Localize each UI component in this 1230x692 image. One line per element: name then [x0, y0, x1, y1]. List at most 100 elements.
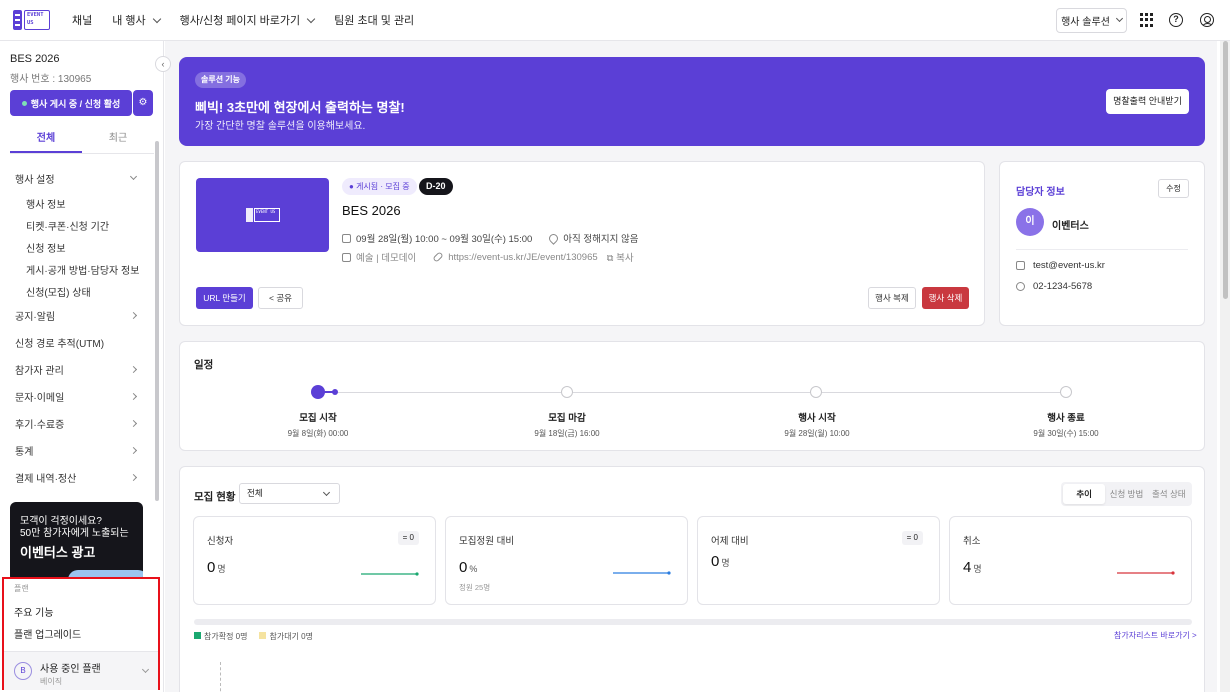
- manager-name: 이벤터스: [1052, 221, 1089, 232]
- solution-label: 행사 솔루션: [1061, 17, 1110, 28]
- banner-tag: 솔루션 기능: [195, 72, 247, 88]
- gear-icon[interactable]: ⚙: [133, 90, 153, 116]
- sidebar-event-number: 행사 번호 : 130965: [10, 74, 92, 85]
- sidebar-item-utm[interactable]: 신청 경로 추적(UTM): [0, 329, 154, 356]
- participant-list-link[interactable]: 참가자리스트 바로가기 >: [1114, 630, 1197, 641]
- copy-url-button[interactable]: ⧉ 복사: [607, 250, 634, 264]
- chevron-down-icon: [129, 172, 138, 181]
- account-icon[interactable]: [1200, 13, 1214, 27]
- nav-my-events[interactable]: 내 행사: [112, 12, 161, 28]
- page-scrollbar[interactable]: [1220, 41, 1230, 692]
- timeline-node-event-start: [810, 386, 822, 398]
- sidebar-subitem-publish[interactable]: 게시·공개 방법·담당자 정보: [0, 258, 154, 280]
- sidebar-collapse-button[interactable]: ‹: [155, 56, 171, 72]
- event-status-button[interactable]: 행사 게시 중 / 신청 활성: [10, 90, 132, 116]
- plan-panel: 플랜 주요 기능 플랜 업그레이드 B 사용 중인 플랜 베이직: [2, 577, 160, 690]
- chevron-right-icon: [129, 365, 138, 374]
- delete-event-button[interactable]: 행사 삭제: [922, 287, 969, 309]
- banner-subtext: 가장 간단한 명찰 솔루션을 이용해보세요.: [195, 121, 366, 132]
- tag-icon: [342, 252, 351, 262]
- sidebar-item-label: 신청 경로 추적(UTM): [15, 339, 105, 350]
- tab-trend[interactable]: 추이: [1063, 484, 1106, 504]
- event-thumbnail: EVENT US: [196, 178, 329, 252]
- tab-application-method[interactable]: 신청 방법: [1105, 484, 1147, 504]
- sidebar-subitem-event-info[interactable]: 행사 정보: [0, 192, 154, 214]
- apps-grid-icon[interactable]: [1140, 13, 1154, 27]
- tab-attendance[interactable]: 출석 상태: [1148, 484, 1190, 504]
- chart-axis: [220, 662, 221, 692]
- sidebar-item-label: 후기·수료증: [15, 420, 65, 431]
- timeline-progress-dot: [332, 389, 338, 395]
- help-icon[interactable]: ?: [1169, 13, 1183, 27]
- legend-waiting: 참가대기 0명: [259, 631, 313, 642]
- current-plan-selector[interactable]: B 사용 중인 플랜 베이직: [4, 651, 158, 690]
- timeline-label: 행사 시작: [798, 413, 836, 424]
- recruit-status-card: 모집 현황 전체 추이 신청 방법 출석 상태 신청자 = 0 0명 모집정원 …: [179, 466, 1205, 692]
- stat-sparkline: [613, 571, 671, 575]
- current-plan-name: 베이직: [40, 677, 63, 686]
- manager-phone: 02-1234-5678: [1016, 281, 1092, 292]
- solution-banner: 솔루션 기능 삐빅! 3초만에 현장에서 출력하는 명찰! 가장 간단한 명찰 …: [179, 57, 1205, 146]
- make-url-button[interactable]: URL 만들기: [196, 287, 253, 309]
- badge-print-info-button[interactable]: 명찰출력 안내받기: [1106, 89, 1189, 114]
- mail-icon: [1016, 261, 1025, 270]
- event-meta-line: 예술 | 데모데이 https://event-us.kr/JE/event/1…: [342, 250, 634, 264]
- ad-line-2: 50만 참가자에게 노출되는: [20, 528, 129, 539]
- eventus-logo[interactable]: EVENT US: [13, 10, 51, 30]
- filter-value: 전체: [247, 488, 263, 498]
- chevron-down-icon: [1115, 14, 1123, 23]
- stat-value: 0명: [711, 553, 730, 570]
- share-button[interactable]: < 공유: [258, 287, 303, 309]
- stat-card-cancelled: 취소 4명: [949, 516, 1192, 605]
- sidebar-item-notice[interactable]: 공지·알림: [0, 302, 154, 329]
- duplicate-event-button[interactable]: 행사 복제: [868, 287, 916, 309]
- divider: [1016, 249, 1188, 250]
- sidebar-subitem-application-info[interactable]: 신청 정보: [0, 236, 154, 258]
- link-icon: [432, 251, 444, 263]
- chevron-right-icon: [129, 473, 138, 482]
- sidebar-scrollbar[interactable]: [155, 141, 159, 501]
- copy-label: 복사: [616, 253, 634, 264]
- sidebar-item-label: 행사 설정: [15, 175, 55, 186]
- sidebar-item-event-settings[interactable]: 행사 설정: [0, 165, 154, 192]
- timeline-label: 모집 시작: [299, 413, 337, 424]
- scrollbar-thumb[interactable]: [1223, 41, 1228, 299]
- manager-email-text: test@event-us.kr: [1033, 260, 1105, 271]
- sidebar-subitem-tickets[interactable]: 티켓·쿠폰·신청 기간: [0, 214, 154, 236]
- chevron-right-icon: [129, 392, 138, 401]
- current-plan-label: 사용 중인 플랜: [40, 664, 101, 675]
- plan-features-link[interactable]: 주요 기능: [14, 604, 54, 619]
- nav-event-page-shortcut[interactable]: 행사/신청 페이지 바로가기: [180, 12, 316, 28]
- timeline-node-recruit-end: [561, 386, 573, 398]
- tab-recent[interactable]: 최근: [82, 127, 154, 153]
- chevron-right-icon: [129, 446, 138, 455]
- sidebar-item-participants[interactable]: 참가자 관리: [0, 356, 154, 383]
- sidebar-item-sms-email[interactable]: 문자·이메일: [0, 383, 154, 410]
- event-url[interactable]: https://event-us.kr/JE/event/130965: [448, 252, 597, 263]
- event-datetime: 09월 28일(월) 10:00 ~ 09월 30일(수) 15:00 아직 정…: [342, 231, 639, 245]
- status-badge: ● 게시됨 · 모집 중: [342, 178, 417, 195]
- timeline-node-event-end: [1060, 386, 1072, 398]
- sidebar-item-label: 공지·알림: [15, 312, 56, 323]
- sidebar-item-stats[interactable]: 통계: [0, 437, 154, 464]
- sidebar-subitem-recruit-status[interactable]: 신청(모집) 상태: [0, 280, 154, 302]
- tab-all[interactable]: 전체: [10, 127, 82, 153]
- edit-manager-button[interactable]: 수정: [1158, 179, 1189, 198]
- event-solution-dropdown[interactable]: 행사 솔루션: [1056, 8, 1127, 33]
- sidebar-item-payments[interactable]: 결제 내역·정산: [0, 464, 154, 491]
- recruit-view-tabs: 추이 신청 방법 출석 상태: [1061, 482, 1192, 506]
- stat-value: 0%: [459, 559, 478, 576]
- recruit-filter-select[interactable]: 전체: [239, 483, 340, 504]
- schedule-card: 일정 모집 시작 9월 8일(화) 00:00 모집 마감 9월 18일(금) …: [179, 341, 1205, 451]
- dday-badge: D-20: [419, 178, 453, 195]
- nav-channel[interactable]: 채널: [72, 12, 92, 28]
- sidebar-item-label: 통계: [15, 447, 34, 458]
- plan-upgrade-link[interactable]: 플랜 업그레이드: [14, 626, 81, 641]
- ad-banner[interactable]: 모객이 걱정이세요? 50만 참가자에게 노출되는 이벤터스 광고: [10, 502, 143, 582]
- sidebar-item-reviews[interactable]: 후기·수료증: [0, 410, 154, 437]
- event-title: BES 2026: [342, 203, 401, 218]
- nav-team-invite[interactable]: 팀원 초대 및 관리: [334, 12, 414, 28]
- plan-heading: 플랜: [14, 584, 29, 593]
- calendar-icon: [342, 233, 351, 243]
- stat-sparkline: [1117, 571, 1175, 575]
